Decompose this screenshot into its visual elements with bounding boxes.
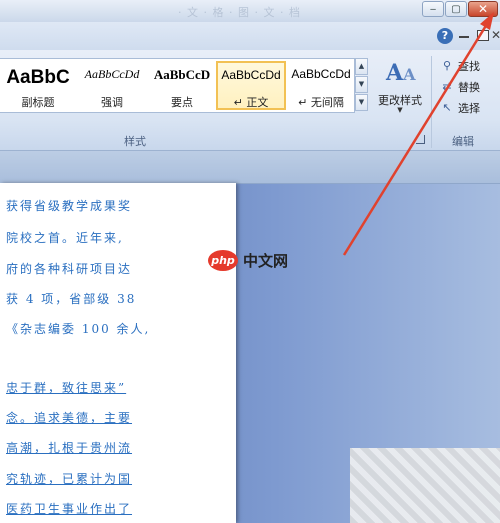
annotation-arrow (342, 12, 494, 256)
arrow-shaft (342, 23, 489, 256)
blurred-overlay (350, 448, 500, 523)
arrow-head (480, 12, 494, 30)
